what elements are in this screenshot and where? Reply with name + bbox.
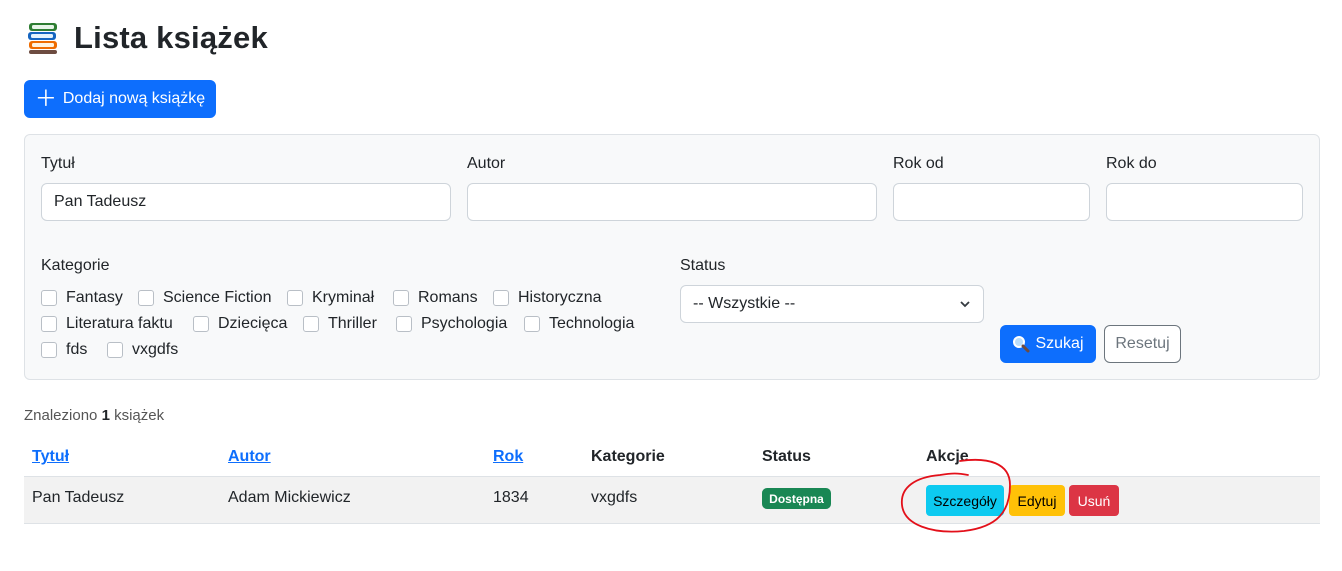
edit-button[interactable]: Edytuj: [1009, 485, 1065, 516]
results-prefix: Znaleziono: [24, 407, 98, 424]
categories-label: Kategorie: [41, 257, 110, 274]
year-to-input[interactable]: [1106, 183, 1303, 221]
category-checkbox-thriller[interactable]: Thriller: [303, 315, 377, 333]
checkbox-box[interactable]: [41, 316, 57, 332]
search-button-label: Szukaj: [1035, 335, 1084, 352]
checkbox-box[interactable]: [393, 290, 409, 306]
cell-category: vxgdfs: [591, 489, 638, 506]
chevron-down-icon: [960, 301, 970, 308]
reset-button[interactable]: Resetuj: [1104, 325, 1181, 363]
checkbox-box[interactable]: [493, 290, 509, 306]
results-number: 1: [101, 407, 110, 424]
column-header-author[interactable]: Autor: [228, 448, 271, 466]
title-filter-input[interactable]: Pan Tadeusz: [41, 183, 451, 221]
checkbox-box[interactable]: [41, 342, 57, 358]
details-button[interactable]: Szczegóły: [926, 485, 1004, 516]
checkbox-label: Kryminał: [312, 289, 375, 306]
checkbox-label: vxgdfs: [132, 341, 179, 358]
category-checkbox-historyczna[interactable]: Historyczna: [493, 289, 602, 307]
delete-button[interactable]: Usuń: [1069, 485, 1119, 516]
year-from-input[interactable]: [893, 183, 1090, 221]
table-row: [24, 476, 1320, 524]
status-select-value: -- Wszystkie --: [693, 295, 796, 312]
cell-year: 1834: [493, 489, 529, 506]
author-filter-input[interactable]: [467, 183, 877, 221]
status-filter-label: Status: [680, 257, 726, 274]
year-to-label: Rok do: [1106, 155, 1157, 172]
column-header-actions: Akcje: [926, 448, 969, 465]
books-icon: [28, 23, 57, 54]
category-checkbox-vxgdfs[interactable]: vxgdfs: [107, 341, 178, 359]
category-checkbox-kryminal[interactable]: Kryminał: [287, 289, 374, 307]
add-book-button[interactable]: ＋ Dodaj nową książkę: [24, 80, 216, 118]
checkbox-label: Literatura faktu: [66, 315, 173, 332]
page-title: Lista książek: [74, 20, 268, 55]
checkbox-box[interactable]: [287, 290, 303, 306]
status-select[interactable]: -- Wszystkie --: [680, 285, 984, 323]
checkbox-label: Fantasy: [66, 289, 123, 306]
column-header-status: Status: [762, 448, 811, 465]
checkbox-label: Science Fiction: [163, 289, 272, 306]
checkbox-box[interactable]: [107, 342, 123, 358]
category-checkbox-dziecieca[interactable]: Dziecięca: [193, 315, 287, 333]
category-checkbox-psychologia[interactable]: Psychologia: [396, 315, 507, 333]
column-header-categories: Kategorie: [591, 448, 665, 465]
checkbox-label: Technologia: [549, 315, 635, 332]
checkbox-label: Thriller: [328, 315, 377, 332]
results-count: Znaleziono 1 książek: [24, 407, 164, 424]
category-checkbox-literatura-faktu[interactable]: Literatura faktu: [41, 315, 173, 333]
checkbox-box[interactable]: [524, 316, 540, 332]
page-header: Lista książek: [26, 20, 268, 56]
checkbox-label: Dziecięca: [218, 315, 288, 332]
category-checkbox-science-fiction[interactable]: Science Fiction: [138, 289, 272, 307]
category-checkbox-fantasy[interactable]: Fantasy: [41, 289, 123, 307]
author-filter-label: Autor: [467, 155, 506, 172]
checkbox-label: fds: [66, 341, 88, 358]
add-book-label: Dodaj nową książkę: [62, 90, 206, 107]
cell-author: Adam Mickiewicz: [228, 489, 351, 506]
checkbox-box[interactable]: [303, 316, 319, 332]
search-button[interactable]: Szukaj: [1000, 325, 1096, 363]
cell-title: Pan Tadeusz: [32, 489, 125, 506]
checkbox-box[interactable]: [41, 290, 57, 306]
column-header-year[interactable]: Rok: [493, 448, 523, 466]
checkbox-label: Historyczna: [518, 289, 602, 306]
checkbox-label: Romans: [418, 289, 478, 306]
category-checkbox-technologia[interactable]: Technologia: [524, 315, 634, 333]
magnifier-icon: [1013, 336, 1030, 353]
year-from-label: Rok od: [893, 155, 944, 172]
category-checkbox-fds[interactable]: fds: [41, 341, 87, 359]
column-header-title[interactable]: Tytuł: [32, 448, 69, 466]
checkbox-box[interactable]: [396, 316, 412, 332]
status-badge: Dostępna: [762, 488, 831, 509]
checkbox-label: Psychologia: [421, 315, 508, 332]
title-filter-label: Tytuł: [41, 155, 75, 172]
plus-icon: ＋: [34, 86, 57, 111]
checkbox-box[interactable]: [193, 316, 209, 332]
checkbox-box[interactable]: [138, 290, 154, 306]
results-suffix: książek: [114, 407, 165, 424]
category-checkbox-romans[interactable]: Romans: [393, 289, 478, 307]
